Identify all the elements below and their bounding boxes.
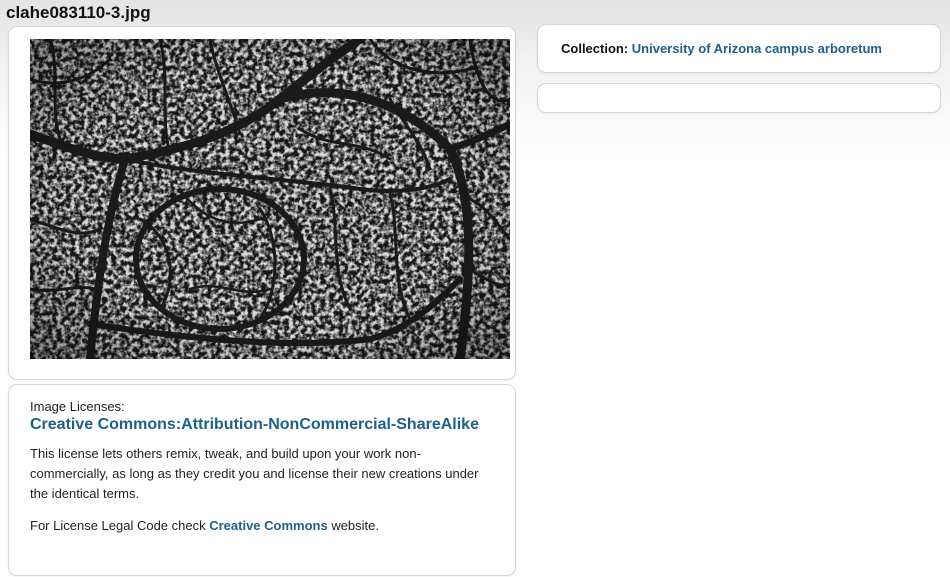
collection-row: Collection: University of Arizona campus… <box>561 41 882 56</box>
collection-panel: Collection: University of Arizona campus… <box>537 24 941 73</box>
page-title: clahe083110-3.jpg <box>6 3 151 22</box>
license-panel: Image Licenses: Creative Commons:Attribu… <box>8 384 516 576</box>
license-legal-prefix: For License Legal Code check <box>30 518 210 533</box>
creative-commons-link[interactable]: Creative Commons <box>209 518 327 533</box>
license-name-link[interactable]: Creative Commons:Attribution-NonCommerci… <box>30 416 479 434</box>
leaf-vein-photo[interactable] <box>30 39 510 359</box>
collection-label: Collection: <box>561 41 632 56</box>
license-description: This license lets others remix, tweak, a… <box>30 446 479 501</box>
image-panel <box>8 26 516 380</box>
license-caption: Image Licenses: <box>30 399 125 414</box>
empty-info-panel <box>537 83 941 113</box>
collection-link[interactable]: University of Arizona campus arboretum <box>632 41 882 56</box>
license-legal-text: For License Legal Code check Creative Co… <box>30 516 497 536</box>
license-legal-suffix: website. <box>327 518 380 533</box>
